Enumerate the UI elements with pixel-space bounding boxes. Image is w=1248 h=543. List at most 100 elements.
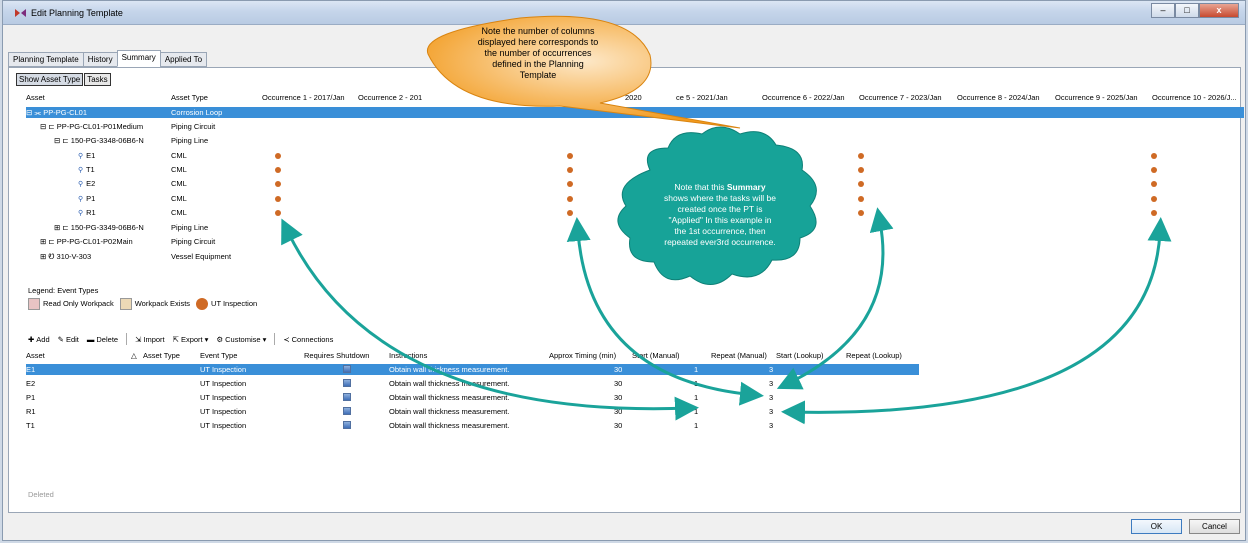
close-button[interactable]: x bbox=[1199, 3, 1239, 18]
col-approx-timing[interactable]: Approx Timing (min) bbox=[549, 351, 616, 360]
piping-line-icon: ⊏ bbox=[62, 136, 69, 145]
connections-button[interactable]: ≺ Connections bbox=[283, 335, 333, 344]
minimize-button[interactable]: ‒ bbox=[1151, 3, 1175, 18]
asset-name: 150-PG-3348-06B6-N bbox=[70, 136, 144, 145]
task-asset: E2 bbox=[26, 379, 36, 388]
ut-inspection-marker bbox=[275, 181, 281, 187]
col-instructions[interactable]: Instructions bbox=[389, 351, 427, 360]
tree-row[interactable]: ⊟ ⊏ 150-PG-3348-06B6-N Piping Line bbox=[26, 135, 1244, 146]
app-icon bbox=[15, 9, 26, 17]
shutdown-checkbox[interactable] bbox=[343, 365, 351, 373]
import-button[interactable]: ⇲ Import bbox=[135, 335, 165, 344]
cancel-button[interactable]: Cancel bbox=[1189, 519, 1240, 534]
shutdown-checkbox[interactable] bbox=[343, 379, 351, 387]
legend-ut-inspection: UT Inspection bbox=[211, 298, 258, 308]
col-occurrence-8[interactable]: Occurrence 8 - 2024/Jan bbox=[957, 93, 1040, 102]
task-row[interactable]: R1 UT Inspection Obtain wall thickness m… bbox=[26, 406, 919, 417]
expand-icon[interactable]: ⊞ bbox=[40, 252, 46, 261]
piping-line-icon: ⊏ bbox=[62, 223, 69, 232]
ok-button[interactable]: OK bbox=[1131, 519, 1182, 534]
ut-inspection-marker bbox=[567, 153, 573, 159]
task-repeat: 3 bbox=[769, 421, 774, 430]
tab-summary[interactable]: Summary bbox=[116, 50, 161, 67]
tab-planning-template[interactable]: Planning Template bbox=[8, 52, 84, 67]
callout-line: the number of occurrences bbox=[484, 48, 592, 58]
tasks-button[interactable]: Tasks bbox=[84, 73, 111, 86]
tree-row[interactable]: ⊞ ⊏ PP-PG-CL01-P02Main Piping Circuit bbox=[26, 236, 1244, 247]
workpack-exists-swatch bbox=[119, 298, 132, 310]
ut-inspection-marker bbox=[858, 153, 864, 159]
col-asset[interactable]: Asset bbox=[26, 93, 45, 102]
tree-row[interactable]: ⚲ E2 CML bbox=[26, 178, 1244, 189]
ut-inspection-marker bbox=[275, 196, 281, 202]
asset-name: PP-PG-CL01-P01Medium bbox=[56, 122, 144, 131]
expand-icon[interactable]: ⊞ bbox=[54, 223, 60, 232]
col-asset-type[interactable]: Asset Type bbox=[171, 93, 208, 102]
task-row[interactable]: T1 UT Inspection Obtain wall thickness m… bbox=[26, 420, 919, 431]
ut-inspection-marker bbox=[275, 167, 281, 173]
delete-button[interactable]: ▬ Delete bbox=[87, 335, 118, 344]
tree-row[interactable]: ⚲ R1 CML bbox=[26, 207, 1244, 218]
asset-name: 310-V-303 bbox=[56, 252, 92, 261]
col-occurrence-9[interactable]: Occurrence 9 - 2025/Jan bbox=[1055, 93, 1138, 102]
show-asset-type-button[interactable]: Show Asset Type bbox=[16, 73, 84, 86]
maximize-button[interactable]: □ bbox=[1175, 3, 1199, 18]
col-task-asset[interactable]: Asset bbox=[26, 351, 45, 360]
add-button[interactable]: ✚ Add bbox=[28, 335, 50, 344]
tree-row[interactable]: ⊞ Ꮼ 310-V-303 Vessel Equipment bbox=[26, 251, 1244, 262]
asset-name: T1 bbox=[85, 165, 95, 174]
col-occurrence-6[interactable]: Occurrence 6 - 2022/Jan bbox=[762, 93, 845, 102]
collapse-icon[interactable]: ⊟ bbox=[54, 136, 60, 145]
plus-icon: ✚ bbox=[28, 334, 35, 344]
col-occurrence-10[interactable]: Occurrence 10 - 2026/J... bbox=[1152, 93, 1237, 102]
tree-row[interactable]: ⚲ T1 CML bbox=[26, 164, 1244, 175]
col-start-manual[interactable]: Start (Manual) bbox=[632, 351, 680, 360]
tree-row[interactable]: ⊟ ⫘ PP-PG-CL01 Corrosion Loop bbox=[26, 107, 1244, 118]
col-occurrence-2[interactable]: Occurrence 2 - 201 bbox=[358, 93, 422, 102]
task-row[interactable]: E1 UT Inspection Obtain wall thickness m… bbox=[26, 364, 919, 375]
shutdown-checkbox[interactable] bbox=[343, 407, 351, 415]
tree-row[interactable]: ⚲ P1 CML bbox=[26, 193, 1244, 204]
customise-button[interactable]: ⚙ Customise ▾ bbox=[216, 335, 266, 344]
cml-pin-icon: ⚲ bbox=[78, 210, 84, 217]
collapse-icon[interactable]: ⊟ bbox=[40, 122, 46, 131]
cloud-line: shows where the tasks will be bbox=[664, 193, 776, 203]
expand-icon[interactable]: ⊞ bbox=[40, 237, 46, 246]
asset-name: 150-PG-3349-06B6-N bbox=[70, 223, 144, 232]
col-occurrence-1[interactable]: Occurrence 1 - 2017/Jan bbox=[262, 93, 345, 102]
task-row[interactable]: E2 UT Inspection Obtain wall thickness m… bbox=[26, 378, 919, 389]
shutdown-checkbox[interactable] bbox=[343, 421, 351, 429]
edit-button[interactable]: ✎ Edit bbox=[58, 335, 79, 344]
summary-grid-header: Asset Asset Type Occurrence 1 - 2017/Jan… bbox=[26, 93, 1248, 103]
export-label: Export bbox=[180, 334, 203, 344]
tab-history[interactable]: History bbox=[82, 52, 118, 67]
legend-title: Legend: Event Types bbox=[28, 286, 99, 295]
col-occurrence-7[interactable]: Occurrence 7 - 2023/Jan bbox=[859, 93, 942, 102]
col-occurrence-5[interactable]: ce 5 - 2021/Jan bbox=[676, 93, 728, 102]
collapse-icon[interactable]: ⊟ bbox=[26, 108, 32, 117]
col-start-lookup[interactable]: Start (Lookup) bbox=[776, 351, 824, 360]
col-occurrence-4[interactable]: 2020 bbox=[625, 93, 642, 102]
ut-inspection-marker bbox=[1151, 167, 1157, 173]
col-repeat-manual[interactable]: Repeat (Manual) bbox=[711, 351, 767, 360]
col-task-asset-type[interactable]: Asset Type bbox=[143, 351, 180, 360]
tree-row[interactable]: ⚲ E1 CML bbox=[26, 150, 1244, 161]
asset-type: CML bbox=[171, 179, 187, 188]
col-repeat-lookup[interactable]: Repeat (Lookup) bbox=[846, 351, 902, 360]
tab-strip: Planning Template History Summary Applie… bbox=[8, 50, 208, 67]
add-label: Add bbox=[36, 334, 50, 344]
import-label: Import bbox=[143, 334, 165, 344]
task-row[interactable]: P1 UT Inspection Obtain wall thickness m… bbox=[26, 392, 919, 403]
shutdown-checkbox[interactable] bbox=[343, 393, 351, 401]
export-button[interactable]: ⇱ Export ▾ bbox=[173, 335, 209, 344]
col-event-type[interactable]: Event Type bbox=[200, 351, 237, 360]
delete-label: Delete bbox=[96, 334, 119, 344]
task-event-type: UT Inspection bbox=[200, 365, 247, 374]
col-requires-shutdown[interactable]: Requires Shutdown bbox=[304, 351, 369, 360]
cml-pin-icon: ⚲ bbox=[78, 167, 84, 174]
cloud-line: Note that this bbox=[674, 182, 727, 192]
tree-row[interactable]: ⊞ ⊏ 150-PG-3349-06B6-N Piping Line bbox=[26, 222, 1244, 233]
title-bar: Edit Planning Template ‒ □ x bbox=[3, 1, 1245, 25]
tab-applied-to[interactable]: Applied To bbox=[159, 52, 208, 67]
tree-row[interactable]: ⊟ ⊏ PP-PG-CL01-P01Medium Piping Circuit bbox=[26, 121, 1244, 132]
